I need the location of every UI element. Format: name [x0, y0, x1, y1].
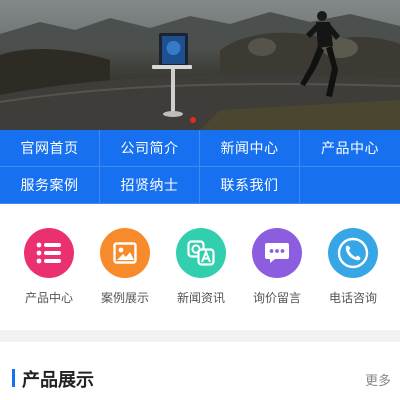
quick-link-phone[interactable]: 电话咨询: [315, 228, 391, 306]
quick-link-label: 案例展示: [100, 291, 149, 305]
nav-item-cases[interactable]: 服务案例: [0, 167, 100, 204]
quick-link-inquiry[interactable]: 询价留言: [239, 228, 315, 306]
carousel-indicator[interactable]: [190, 117, 196, 123]
nav-item-products[interactable]: 产品中心: [300, 130, 400, 167]
quick-link-label: 新闻资讯: [176, 291, 225, 305]
phone-icon: [328, 228, 378, 278]
nav-item-empty: [300, 167, 400, 204]
quick-link-cases[interactable]: 案例展示: [87, 228, 163, 306]
list-icon: [24, 228, 74, 278]
banner-image: [0, 0, 400, 130]
quick-link-news[interactable]: 新闻资讯: [163, 228, 239, 306]
image-icon: [100, 228, 150, 278]
quick-link-products[interactable]: 产品中心: [11, 228, 87, 306]
nav-item-contact[interactable]: 联系我们: [200, 167, 300, 204]
chat-bubble-icon: [252, 228, 302, 278]
section-accent-bar: [12, 369, 15, 387]
product-showcase-header: 产品展示 更多: [0, 342, 400, 400]
more-link[interactable]: 更多: [365, 370, 391, 389]
quick-link-label: 电话咨询: [328, 291, 377, 305]
nav-item-home[interactable]: 官网首页: [0, 130, 100, 167]
quick-link-label: 询价留言: [252, 291, 301, 305]
nav-item-about[interactable]: 公司简介: [100, 130, 200, 167]
nav-item-careers[interactable]: 招贤纳士: [100, 167, 200, 204]
quick-links: 产品中心 案例展示 新闻资讯 询价留言 电话咨询: [0, 204, 400, 330]
quick-link-label: 产品中心: [24, 291, 73, 305]
section-divider: [0, 330, 400, 342]
nav-item-news[interactable]: 新闻中心: [200, 130, 300, 167]
main-nav: 官网首页 公司简介 新闻中心 产品中心 服务案例 招贤纳士 联系我们: [0, 130, 400, 204]
news-qa-icon: [176, 228, 226, 278]
hero-banner[interactable]: [0, 0, 400, 130]
section-title: 产品展示: [22, 370, 94, 391]
